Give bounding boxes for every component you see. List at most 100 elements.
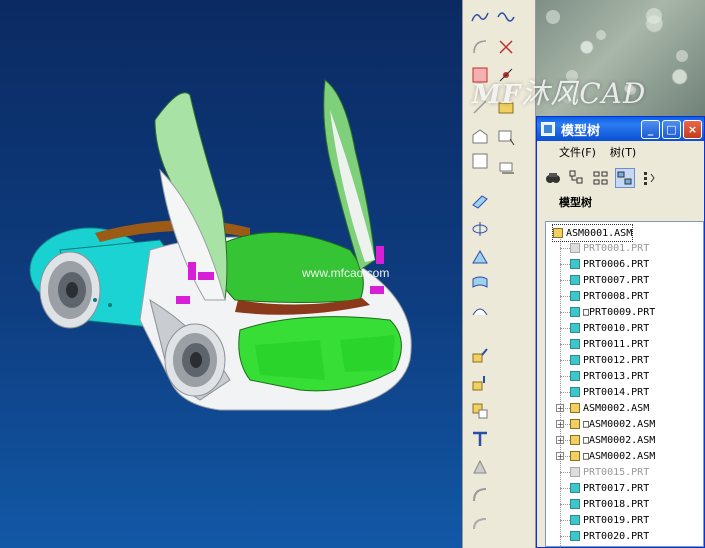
assembly-icon bbox=[570, 419, 580, 429]
trim-icon[interactable] bbox=[469, 428, 491, 450]
car-model[interactable] bbox=[0, 0, 462, 548]
part-icon bbox=[570, 531, 580, 541]
part-icon bbox=[570, 371, 580, 381]
assembly-icon bbox=[570, 435, 580, 445]
tree-item[interactable]: PRT0010.PRT bbox=[570, 320, 649, 336]
assembly-icon bbox=[570, 451, 580, 461]
tree-item[interactable]: PRT0015.PRT bbox=[570, 464, 649, 480]
expand-toggle[interactable]: + bbox=[556, 420, 564, 429]
part-icon bbox=[570, 243, 580, 253]
tree-item-label: PRT0019.PRT bbox=[583, 514, 650, 526]
tree-item-label: PRT0014.PRT bbox=[583, 386, 650, 398]
offset-icon[interactable] bbox=[469, 484, 491, 506]
menu-tree[interactable]: 树(T) bbox=[610, 144, 636, 160]
tree-item-label: PRT0012.PRT bbox=[583, 354, 650, 366]
tree-item-label: PRT0018.PRT bbox=[583, 498, 650, 510]
tree-item[interactable]: PRT0006.PRT bbox=[570, 256, 649, 272]
window-title: 模型树 bbox=[561, 123, 601, 139]
expand-toggle[interactable]: + bbox=[556, 404, 564, 413]
surface-icon[interactable] bbox=[469, 300, 491, 322]
sweep2-icon[interactable] bbox=[469, 246, 491, 268]
plane2-icon[interactable] bbox=[469, 126, 491, 148]
tree-item[interactable]: PRT0001.PRT bbox=[570, 240, 649, 256]
expand-toggle[interactable]: + bbox=[556, 452, 564, 461]
tree-item[interactable]: PRT0018.PRT bbox=[570, 496, 649, 512]
assembly-icon bbox=[553, 228, 563, 238]
revolve-icon[interactable] bbox=[469, 218, 491, 240]
part-icon bbox=[570, 483, 580, 493]
tree-item[interactable]: PRT0007.PRT bbox=[570, 272, 649, 288]
tree-item-label: PRT0006.PRT bbox=[583, 258, 650, 270]
mfcad-logo: MF沐风CAD bbox=[472, 77, 647, 110]
minimize-button[interactable]: _ bbox=[641, 119, 660, 139]
tree-item[interactable]: ASM0002.ASM bbox=[570, 400, 649, 416]
tree-columns-icon[interactable] bbox=[639, 168, 659, 188]
model-tree-list[interactable]: ASM0001.ASM PRT0001.PRT PRT0006.PRT PRT0007… bbox=[545, 221, 704, 547]
tree-item-label: PRT0001.PRT bbox=[583, 242, 650, 254]
tree-item-label: PRT0015.PRT bbox=[583, 466, 650, 478]
tree-item-label: PRT0011.PRT bbox=[583, 338, 650, 350]
part-icon bbox=[570, 515, 580, 525]
tree-item-label: PRT0010.PRT bbox=[583, 322, 650, 334]
tree-item-label: ASM0002.ASM bbox=[583, 402, 650, 414]
tree-item-label: PRT0007.PRT bbox=[583, 274, 650, 286]
assembly-icon bbox=[570, 403, 580, 413]
expand-toggle[interactable]: + bbox=[556, 436, 564, 445]
tree-item[interactable]: □ASM0002.ASM bbox=[570, 432, 655, 448]
tree-item[interactable]: □PRT0009.PRT bbox=[570, 304, 655, 320]
close-button[interactable]: × bbox=[683, 119, 702, 139]
tree-item-label: PRT0020.PRT bbox=[583, 530, 650, 542]
model-tree-window: 模型树 _ □ × 文件(F) 树(T) 模型树 ASM0001.ASM PRT0… bbox=[536, 116, 705, 548]
tree-item-label: PRT0017.PRT bbox=[583, 482, 650, 494]
3d-viewport[interactable]: www.mfcad.com bbox=[0, 0, 462, 548]
insert-icon[interactable] bbox=[469, 372, 491, 394]
tree-item[interactable]: PRT0014.PRT bbox=[570, 384, 649, 400]
part-icon bbox=[570, 275, 580, 285]
assemble-icon[interactable] bbox=[469, 344, 491, 366]
part-icon bbox=[570, 355, 580, 365]
tree-item[interactable]: PRT0012.PRT bbox=[570, 352, 649, 368]
menu-bar: 文件(F) 树(T) bbox=[537, 141, 704, 163]
extrude-icon[interactable] bbox=[469, 190, 491, 212]
datum-curve-icon[interactable] bbox=[469, 6, 491, 28]
blend-icon[interactable] bbox=[469, 272, 491, 294]
tree-item[interactable]: □ASM0002.ASM bbox=[570, 448, 655, 464]
rect-icon[interactable] bbox=[469, 150, 491, 172]
csys-cross-icon[interactable] bbox=[495, 36, 517, 58]
tree-item-label: PRT0008.PRT bbox=[583, 290, 650, 302]
part-icon bbox=[570, 339, 580, 349]
tree-item[interactable]: □ASM0002.ASM bbox=[570, 416, 655, 432]
part-icon bbox=[570, 307, 580, 317]
arc-icon[interactable] bbox=[469, 36, 491, 58]
part-icon bbox=[570, 291, 580, 301]
round-icon[interactable] bbox=[469, 512, 491, 534]
tree-item[interactable]: PRT0013.PRT bbox=[570, 368, 649, 384]
sweep-icon[interactable] bbox=[495, 158, 517, 180]
tree-item[interactable]: PRT0008.PRT bbox=[570, 288, 649, 304]
sketch-icon[interactable] bbox=[495, 126, 517, 148]
tree-collapse-icon[interactable] bbox=[591, 168, 611, 188]
title-bar[interactable]: 模型树 _ □ × bbox=[537, 117, 704, 141]
tree-item-label: □PRT0009.PRT bbox=[583, 306, 656, 318]
find-icon[interactable] bbox=[543, 168, 563, 188]
tree-item-label: ASM0001.ASM bbox=[566, 227, 633, 239]
menu-file[interactable]: 文件(F) bbox=[559, 144, 596, 160]
tree-item-label: PRT0013.PRT bbox=[583, 370, 650, 382]
show-tree-icon[interactable] bbox=[615, 168, 635, 188]
window-icon bbox=[541, 122, 555, 136]
merge-icon[interactable] bbox=[469, 456, 491, 478]
part-icon bbox=[570, 259, 580, 269]
tree-expand-icon[interactable] bbox=[567, 168, 587, 188]
part-icon bbox=[570, 387, 580, 397]
tree-item-label: □ASM0002.ASM bbox=[583, 434, 656, 446]
tree-item[interactable]: PRT0017.PRT bbox=[570, 480, 649, 496]
tree-item[interactable]: PRT0019.PRT bbox=[570, 512, 649, 528]
watermark-text: www.mfcad.com bbox=[302, 266, 390, 280]
tree-item[interactable]: PRT0020.PRT bbox=[570, 528, 649, 544]
sketch-curve-icon[interactable] bbox=[495, 6, 517, 28]
tree-item[interactable]: PRT0011.PRT bbox=[570, 336, 649, 352]
copy-icon[interactable] bbox=[469, 400, 491, 422]
part-icon bbox=[570, 499, 580, 509]
maximize-button[interactable]: □ bbox=[662, 119, 681, 139]
tree-toolbar bbox=[537, 163, 704, 193]
